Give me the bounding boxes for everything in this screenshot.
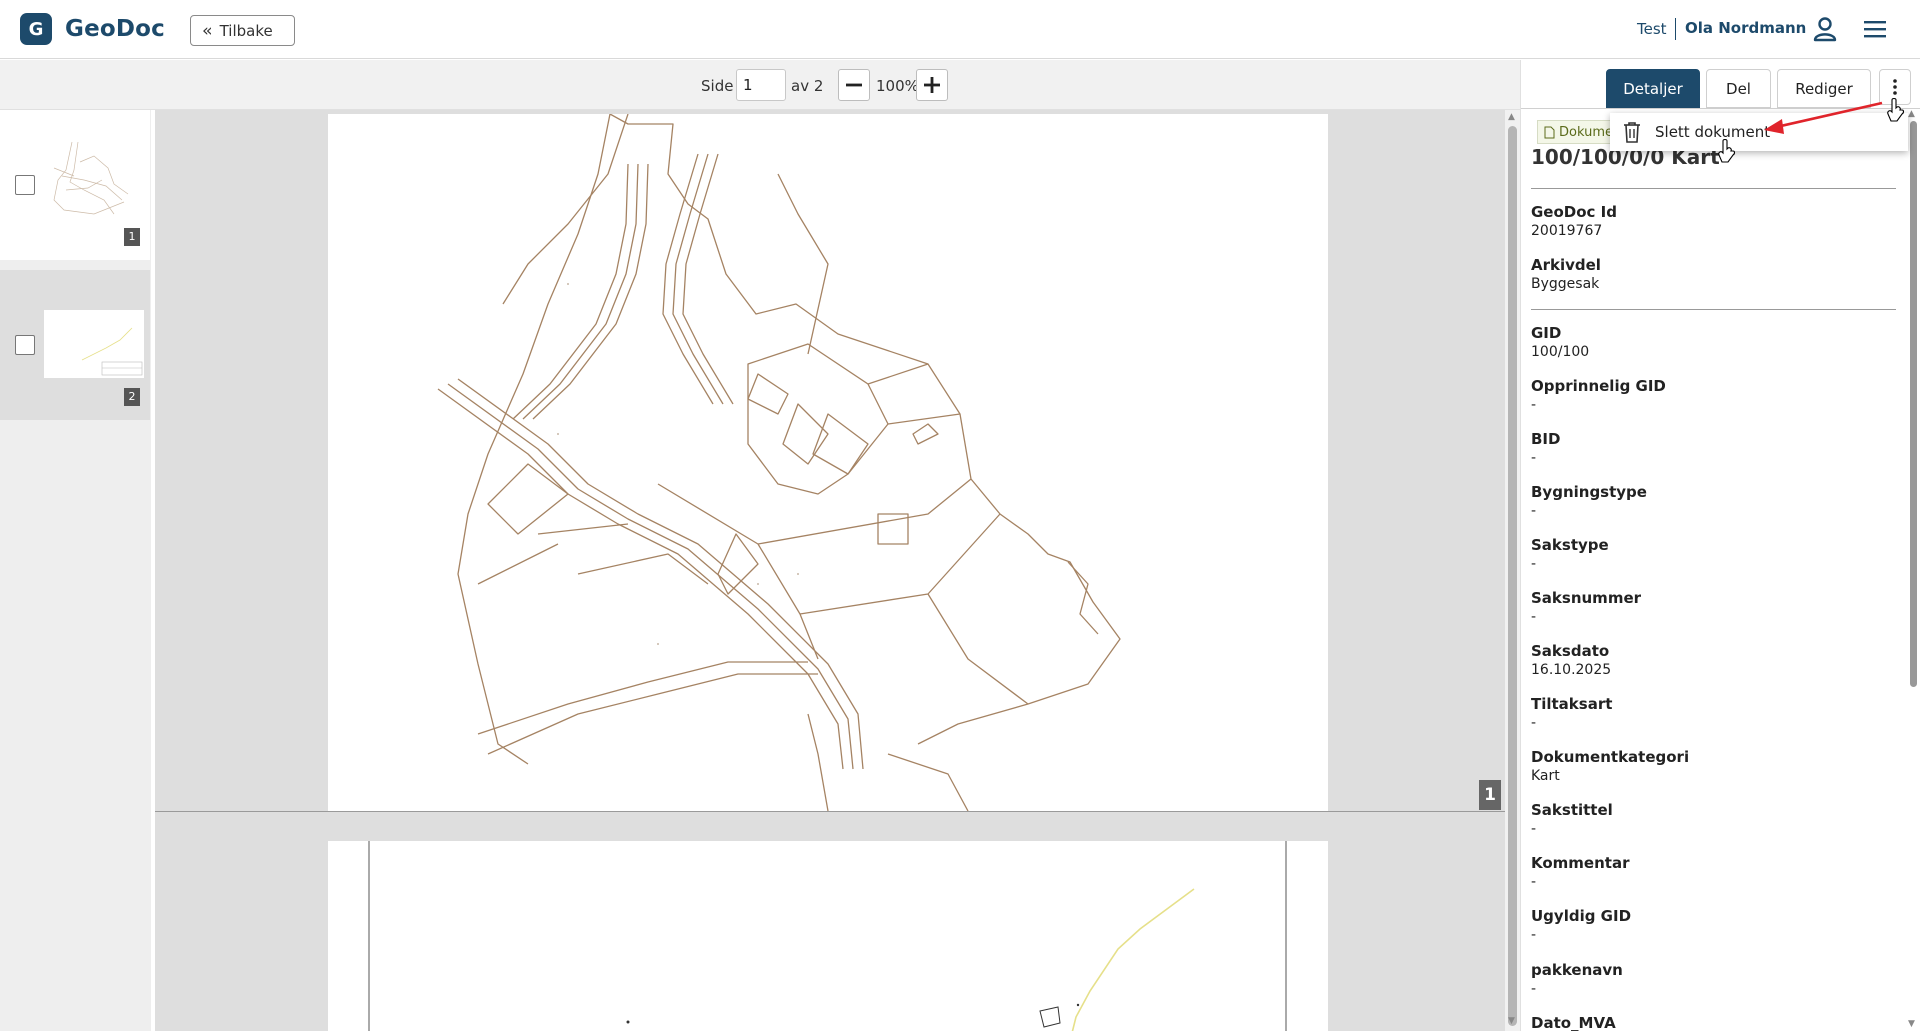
user-name[interactable]: Ola Nordmann [1685,19,1806,37]
field-value-bid: - [1531,450,1537,466]
back-button-label: Tilbake [219,21,273,40]
field-value-dokumentkategori: Kart [1531,768,1560,784]
field-value-sakstype: - [1531,556,1537,572]
thumbnail-sidebar: 1 2 [0,110,151,1031]
minus-icon [846,83,862,87]
double-chevron-left-icon: ‹‹ [202,20,212,41]
vertical-dots-icon [1893,79,1897,95]
map-drawing [437,113,1121,812]
thumbnail-image-2 [44,310,144,378]
scroll-up-arrow[interactable]: ▲ [1508,112,1515,122]
page-2-drawing [368,841,1287,1031]
field-value-sakstittel: - [1531,821,1537,837]
field-label-dato-mva: Dato_MVA [1531,1014,1616,1031]
field-label-opprinnelig-gid: Opprinnelig GID [1531,377,1666,395]
thumbnail-checkbox-2[interactable] [15,335,35,355]
panel-scroll-up-arrow[interactable]: ▲ [1908,109,1915,119]
delete-document-label: Slett dokument [1655,123,1771,141]
page-thumbnail-2[interactable]: 2 [0,270,150,420]
back-button[interactable]: ‹‹ Tilbake [190,15,295,46]
field-label-tiltaksart: Tiltaksart [1531,695,1613,713]
hamburger-menu-icon[interactable] [1862,18,1888,40]
field-label-pakkenavn: pakkenavn [1531,961,1623,979]
viewer-toolbar: Side av 2 100% [0,60,1520,110]
thumbnail-page-number-2: 2 [124,388,140,406]
person-icon[interactable] [1812,16,1838,42]
environment-label: Test [1637,20,1667,38]
field-label-sakstype: Sakstype [1531,536,1609,554]
thumbnail-image-1 [44,140,140,220]
viewer-scrollbar[interactable]: ▲ ▼ [1505,110,1520,1031]
field-value-opprinnelig-gid: - [1531,397,1537,413]
field-label-dokumentkategori: Dokumentkategori [1531,748,1690,766]
field-value-geodoc-id: 20019767 [1531,223,1603,239]
field-label-saksdato: Saksdato [1531,642,1610,660]
zoom-level: 100% [876,77,919,95]
field-label-bid: BID [1531,430,1561,448]
scroll-down-arrow[interactable]: ▼ [1508,1016,1515,1026]
tab-rediger[interactable]: Rediger [1777,69,1871,108]
field-value-saksdato: 16.10.2025 [1531,662,1612,678]
page-thumbnail-1[interactable]: 1 [0,110,150,260]
details-content: Dokumen 100/100/0/0 Kart GeoDoc Id 20019… [1521,109,1906,1031]
thumbnail-checkbox-1[interactable] [15,175,35,195]
title-divider [1531,188,1896,189]
document-page-1 [328,113,1328,812]
zoom-in-button[interactable] [916,69,948,101]
page-total: av 2 [791,77,824,95]
document-icon [1544,126,1555,138]
tab-detaljer[interactable]: Detaljer [1606,69,1700,108]
delete-document-menu-item[interactable]: Slett dokument [1610,113,1908,151]
field-label-kommentar: Kommentar [1531,854,1630,872]
field-value-ugyldig-gid: - [1531,927,1537,943]
field-label-bygningstype: Bygningstype [1531,483,1647,501]
thumbnail-page-number-1: 1 [124,228,140,246]
page-divider [155,811,1505,812]
app-name: GeoDoc [65,16,166,42]
field-value-pakkenavn: - [1531,981,1537,997]
section-divider [1531,309,1896,310]
field-value-bygningstype: - [1531,503,1537,519]
document-page-2 [328,841,1328,1031]
field-label-arkivdel: Arkivdel [1531,256,1601,274]
panel-scrollbar[interactable]: ▲ ▼ [1906,109,1920,1031]
field-value-saksnummer: - [1531,609,1537,625]
tab-del[interactable]: Del [1706,69,1771,108]
field-label-saksnummer: Saksnummer [1531,589,1642,607]
app-header: G GeoDoc ‹‹ Tilbake Test Ola Nordmann [0,0,1920,59]
field-value-arkivdel: Byggesak [1531,276,1600,292]
header-separator [1675,18,1676,40]
viewer-scroll-thumb[interactable] [1508,126,1517,1026]
page-number-input[interactable] [736,69,786,101]
page-label: Side [701,77,734,95]
panel-scroll-down-arrow[interactable]: ▼ [1908,1019,1915,1029]
app-logo[interactable]: G GeoDoc [20,13,165,45]
trash-icon [1624,122,1640,143]
page-number-badge: 1 [1479,780,1501,810]
field-label-geodoc-id: GeoDoc Id [1531,203,1617,221]
plus-icon [924,77,940,93]
field-label-ugyldig-gid: Ugyldig GID [1531,907,1632,925]
more-options-button[interactable] [1879,69,1911,105]
details-panel: Detaljer Del Rediger Dokumen 100/100/0/0… [1520,60,1920,1031]
field-value-gid: 100/100 [1531,344,1590,360]
field-label-sakstittel: Sakstittel [1531,801,1613,819]
panel-scroll-thumb[interactable] [1910,121,1917,687]
field-value-tiltaksart: - [1531,715,1537,731]
field-label-gid: GID [1531,324,1562,342]
document-viewer[interactable]: 1 [155,110,1505,1031]
field-value-kommentar: - [1531,874,1537,890]
logo-icon: G [20,13,52,45]
zoom-out-button[interactable] [838,69,870,101]
